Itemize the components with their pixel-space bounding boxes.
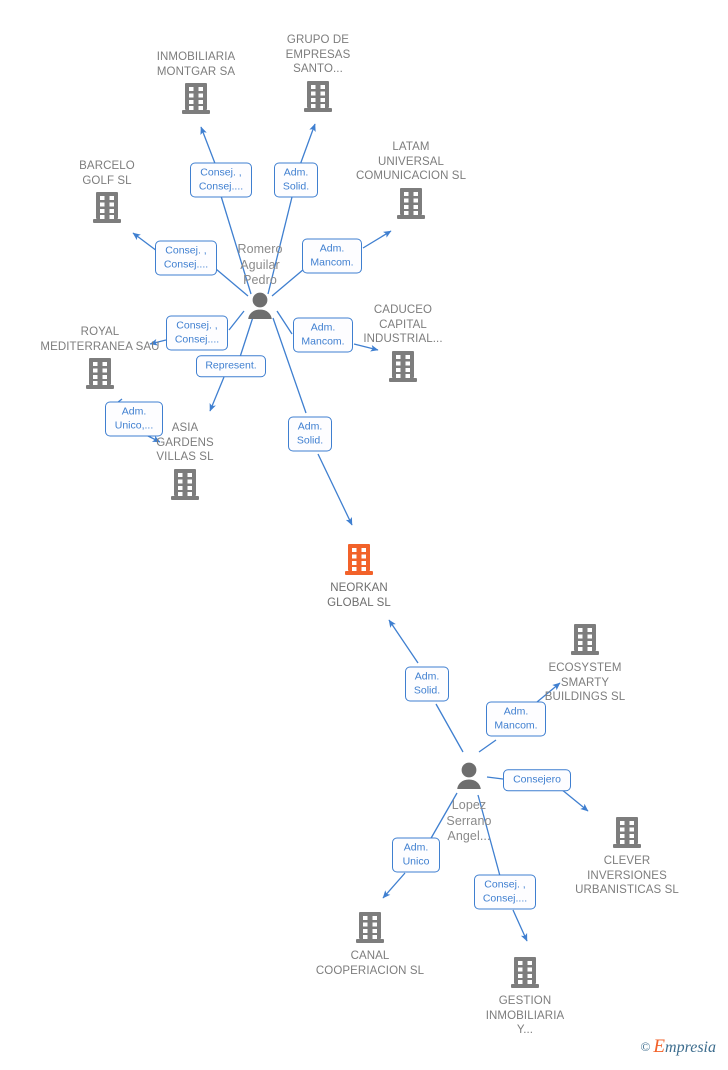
edge-label-ecosystem-adm-mancom[interactable]: Adm. Mancom. — [486, 701, 546, 737]
building-icon-royal-mediterranea — [25, 356, 175, 395]
node-neorkan-global[interactable]: NEORKAN GLOBAL SL — [284, 542, 434, 610]
edge-label-gestion-consej[interactable]: Consej. , Consej.... — [474, 874, 536, 910]
edge-lopez-neorkan-lower — [435, 703, 464, 753]
edge-romero-santo-upper — [299, 123, 316, 166]
building-icon-neorkan-global — [284, 542, 434, 581]
building-icon — [389, 350, 417, 382]
edge-label-caduceo-adm-mancom[interactable]: Adm. Mancom. — [293, 317, 353, 353]
building-icon — [93, 192, 121, 223]
node-canal-cooperiacion[interactable]: CANAL COOPERIACION SL — [295, 910, 445, 978]
edge-lopez-canal-lower — [382, 872, 406, 899]
node-label-ecosystem-smarty: ECOSYSTEM SMARTY BUILDINGS SL — [544, 662, 626, 703]
brand-rest: mpresia — [665, 1039, 716, 1056]
node-label-barcelo-golf: BARCELO GOLF SL — [79, 160, 135, 187]
edge-label-canal-adm-unico[interactable]: Adm. Unico — [392, 837, 440, 873]
node-label-grupo-empresas-santo: GRUPO DE EMPRESAS SANTO... — [285, 34, 351, 75]
building-icon-clever-inversiones — [552, 815, 702, 854]
building-icon-asia-gardens — [110, 467, 260, 506]
brand-name: Empresia — [653, 1036, 716, 1058]
node-label-clever-inversiones: CLEVER INVERSIONES URBANISTICAS SL — [575, 855, 679, 896]
building-icon-barcelo-golf — [32, 190, 182, 229]
node-label-royal-mediterranea: ROYAL MEDITERRANEA SAU — [40, 326, 160, 353]
building-icon — [171, 468, 199, 500]
edge-label-asia-adm-unico[interactable]: Adm. Unico,... — [105, 401, 163, 437]
copyright-symbol: © — [640, 1039, 651, 1054]
building-icon — [511, 957, 539, 988]
edge-label-barcelo-consej[interactable]: Consej. , Consej.... — [155, 240, 217, 276]
building-icon-gestion-inmobiliaria — [450, 955, 600, 994]
building-icon-grupo-empresas-santo — [243, 79, 393, 118]
edge-romero-asia-lower — [209, 376, 225, 412]
building-icon — [86, 358, 114, 389]
edge-label-neorkan-adm-solid-top[interactable]: Adm. Solid. — [288, 416, 332, 452]
node-ecosystem-smarty[interactable]: ECOSYSTEM SMARTY BUILDINGS SL — [510, 622, 660, 705]
node-label-canal-cooperiacion: CANAL COOPERIACION SL — [315, 950, 425, 977]
building-icon — [613, 817, 641, 848]
edge-label-neorkan-adm-solid-bot[interactable]: Adm. Solid. — [405, 666, 449, 702]
node-royal-mediterranea[interactable]: ROYAL MEDITERRANEA SAU — [25, 325, 175, 395]
edge-lopez-ecosystem-lower — [478, 739, 497, 753]
building-icon — [356, 912, 384, 943]
building-icon — [304, 80, 332, 112]
brand-initial: E — [653, 1036, 666, 1057]
node-grupo-empresas-santo[interactable]: GRUPO DE EMPRESAS SANTO... — [243, 33, 393, 118]
edge-label-clever-consejero[interactable]: Consejero — [503, 769, 571, 791]
building-icon — [571, 624, 599, 655]
edge-label-royal-consej[interactable]: Consej. , Consej.... — [166, 315, 228, 351]
person-icon — [457, 762, 481, 789]
empresia-watermark: © Empresia — [641, 1036, 716, 1058]
edge-romero-latam-upper — [362, 230, 392, 249]
node-label-latam-universal: LATAM UNIVERSAL COMUNICACION SL — [355, 141, 467, 182]
building-icon-canal-cooperiacion — [295, 910, 445, 949]
edge-lopez-gestion-lower — [512, 909, 528, 942]
edge-label-latam-adm-mancom[interactable]: Adm. Mancom. — [302, 238, 362, 274]
edge-label-montgar-consej[interactable]: Consej. , Consej.... — [190, 162, 252, 198]
edge-romero-barcelo-upper — [132, 232, 158, 252]
building-icon — [182, 83, 210, 114]
node-gestion-inmobiliaria[interactable]: GESTION INMOBILIARIA Y... — [450, 955, 600, 1038]
node-latam-universal[interactable]: LATAM UNIVERSAL COMUNICACION SL — [336, 140, 486, 225]
edge-lopez-neorkan-upper — [388, 619, 419, 664]
edge-lopez-clever-right — [560, 788, 589, 812]
edge-label-asia-represent[interactable]: Represent. — [196, 355, 266, 377]
building-icon — [345, 544, 373, 575]
network-diagram-canvas: INMOBILIARIA MONTGAR SA GRUPO DE EMPRESAS… — [0, 0, 728, 1070]
edge-label-santo-adm-solid[interactable]: Adm. Solid. — [274, 162, 318, 198]
node-clever-inversiones[interactable]: CLEVER INVERSIONES URBANISTICAS SL — [552, 815, 702, 898]
node-barcelo-golf[interactable]: BARCELO GOLF SL — [32, 159, 182, 229]
edge-romero-neorkan-lower — [317, 453, 353, 526]
building-icon-latam-universal — [336, 186, 486, 225]
person-icon — [248, 292, 272, 319]
edge-romero-montgar-upper — [200, 126, 217, 167]
node-label-neorkan-global: NEORKAN GLOBAL SL — [327, 582, 391, 609]
node-label-gestion-inmobiliaria: GESTION INMOBILIARIA Y... — [485, 995, 565, 1036]
building-icon-ecosystem-smarty — [510, 622, 660, 661]
building-icon-caduceo-capital — [328, 349, 478, 388]
building-icon — [397, 187, 425, 219]
